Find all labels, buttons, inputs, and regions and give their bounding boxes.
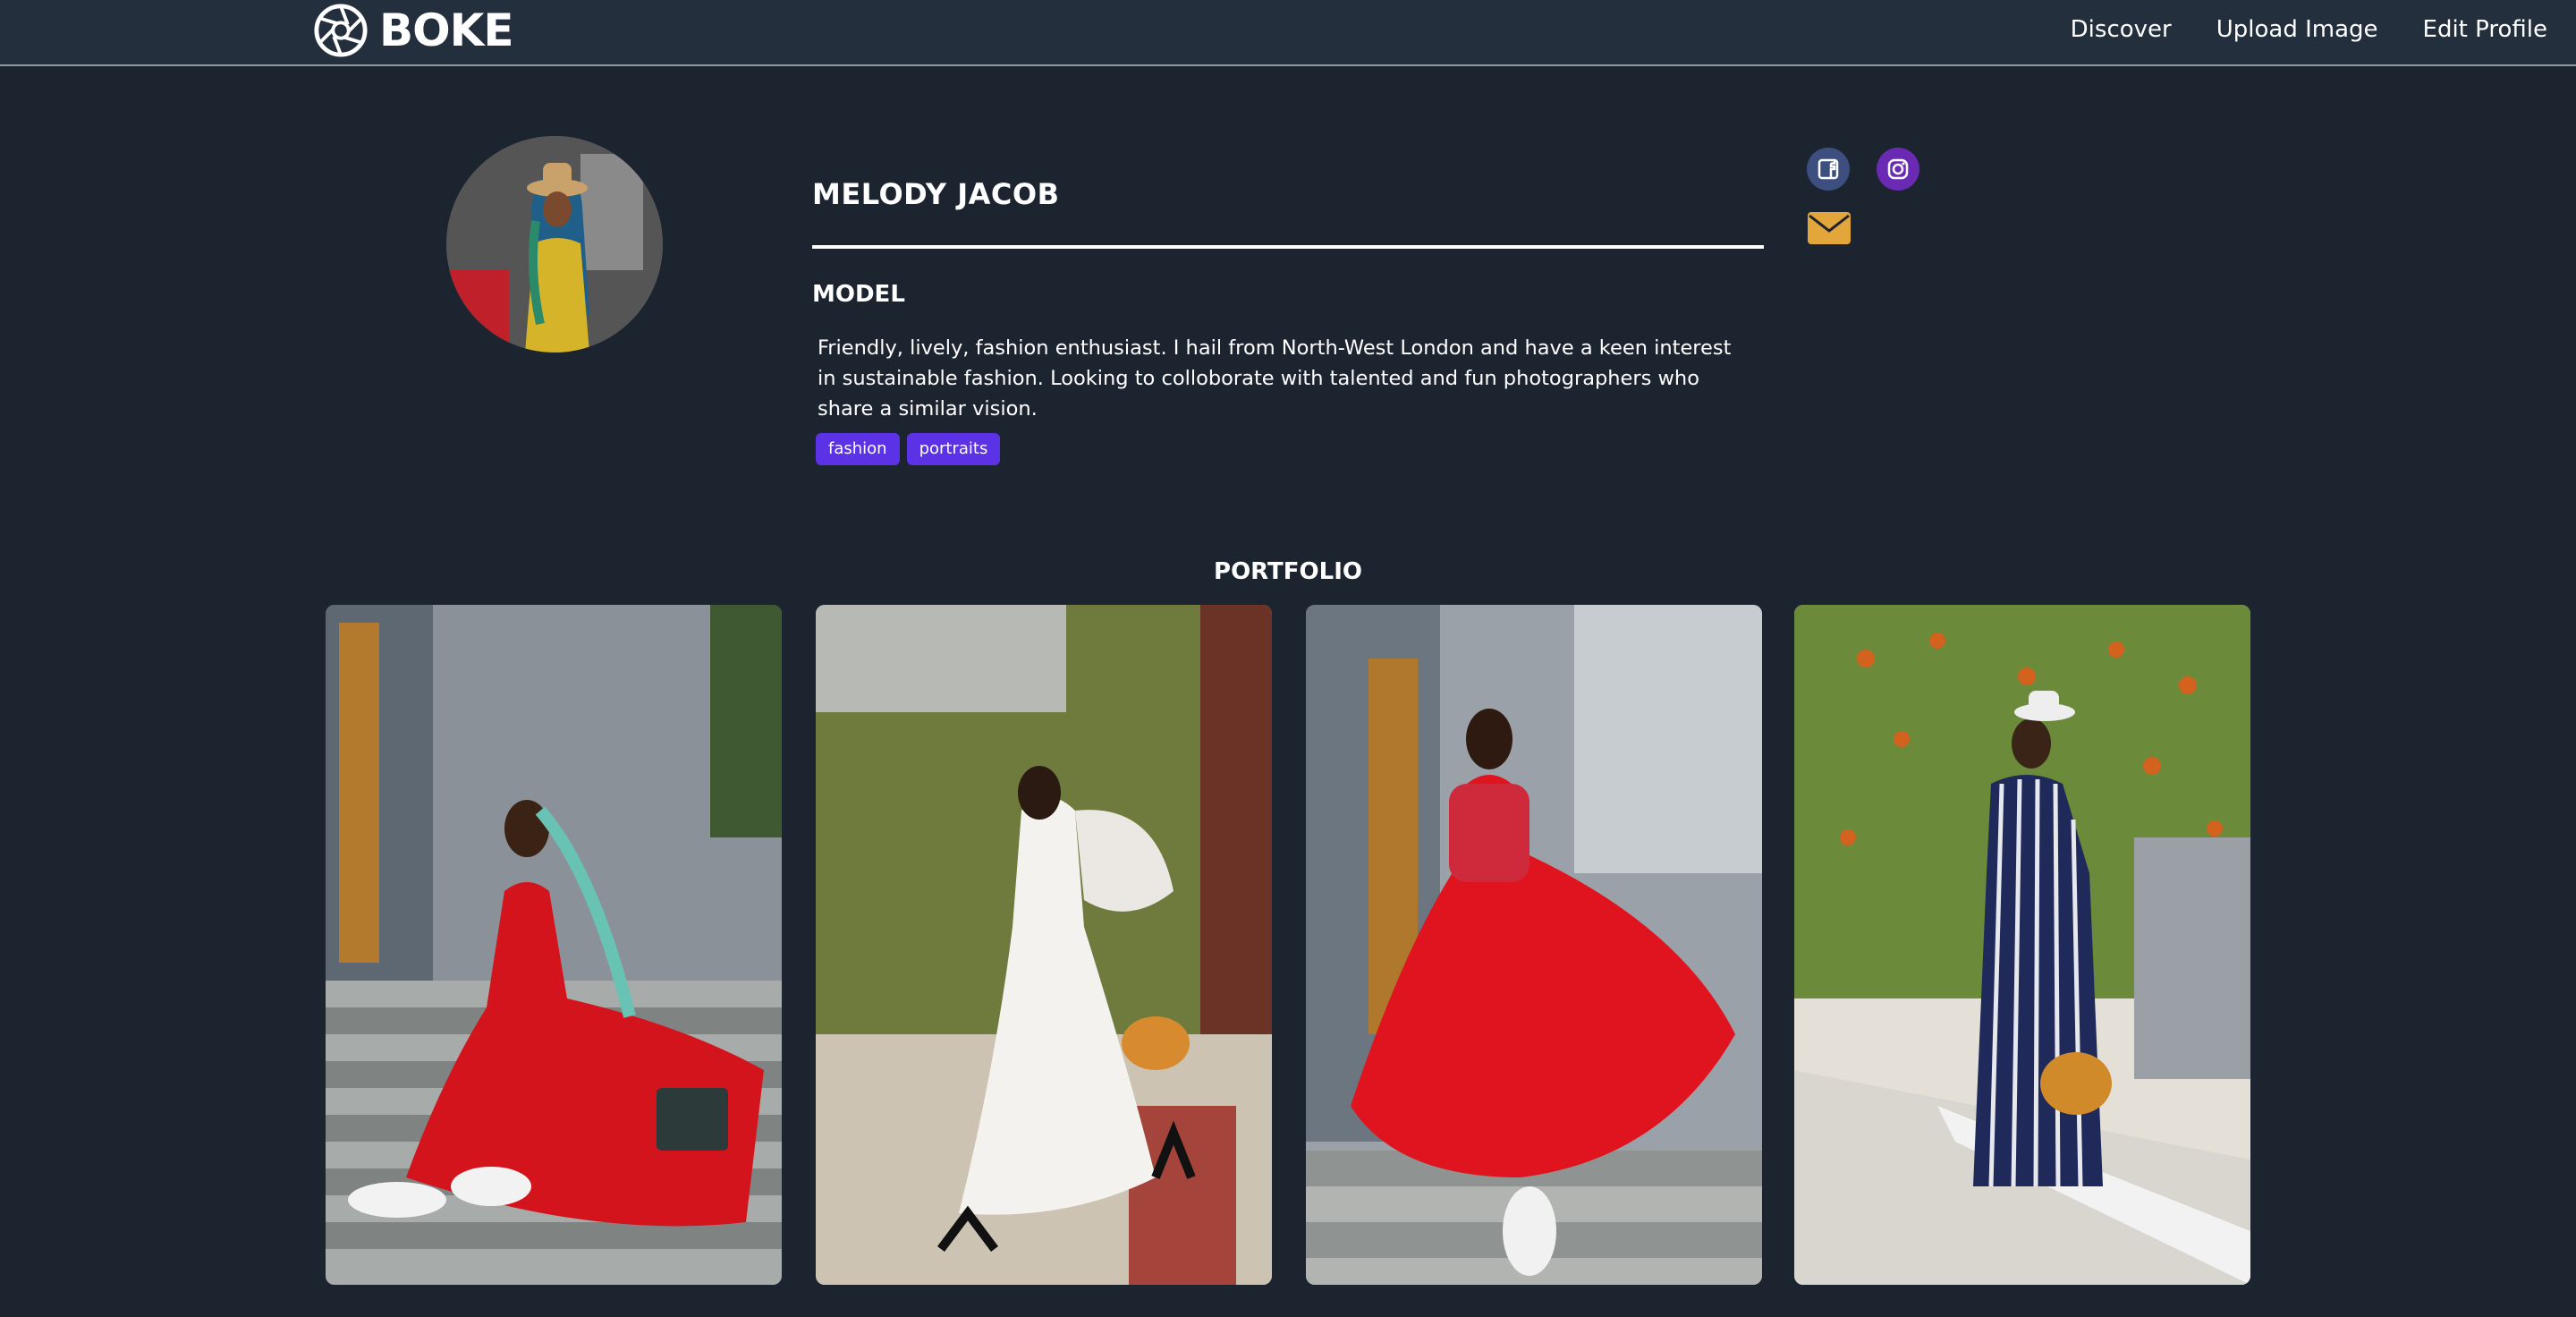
profile-name: MELODY JACOB	[812, 177, 1060, 211]
tag-fashion[interactable]: fashion	[816, 433, 900, 465]
top-navbar: BOKE Discover Upload Image Edit Profile	[0, 0, 2576, 66]
name-divider	[812, 245, 1764, 249]
aperture-icon	[313, 3, 369, 58]
tag-portraits[interactable]: portraits	[906, 433, 1001, 465]
envelope-icon[interactable]	[1807, 211, 1852, 245]
portfolio-title: PORTFOLIO	[1214, 558, 1362, 585]
profile-role: MODEL	[812, 281, 905, 308]
portfolio-photo-3[interactable]	[1306, 605, 1762, 1285]
portfolio-photo-4[interactable]	[1794, 605, 2250, 1285]
nav-link-discover[interactable]: Discover	[2071, 16, 2172, 43]
profile-tags: fashion portraits	[816, 433, 1001, 465]
brand-logo[interactable]: BOKE	[313, 2, 514, 59]
nav-link-upload-image[interactable]: Upload Image	[2216, 16, 2378, 43]
nav-link-edit-profile[interactable]: Edit Profile	[2423, 16, 2547, 43]
portfolio-photo-2[interactable]	[816, 605, 1272, 1285]
portfolio-photo-1[interactable]	[326, 605, 782, 1285]
instagram-icon[interactable]	[1877, 148, 1919, 191]
profile-bio: Friendly, lively, fashion enthusiast. I …	[818, 336, 1732, 421]
profile-avatar	[446, 136, 663, 353]
nav-links: Discover Upload Image Edit Profile	[2071, 0, 2547, 59]
facebook-icon[interactable]	[1807, 148, 1850, 191]
brand-name: BOKE	[379, 4, 514, 56]
